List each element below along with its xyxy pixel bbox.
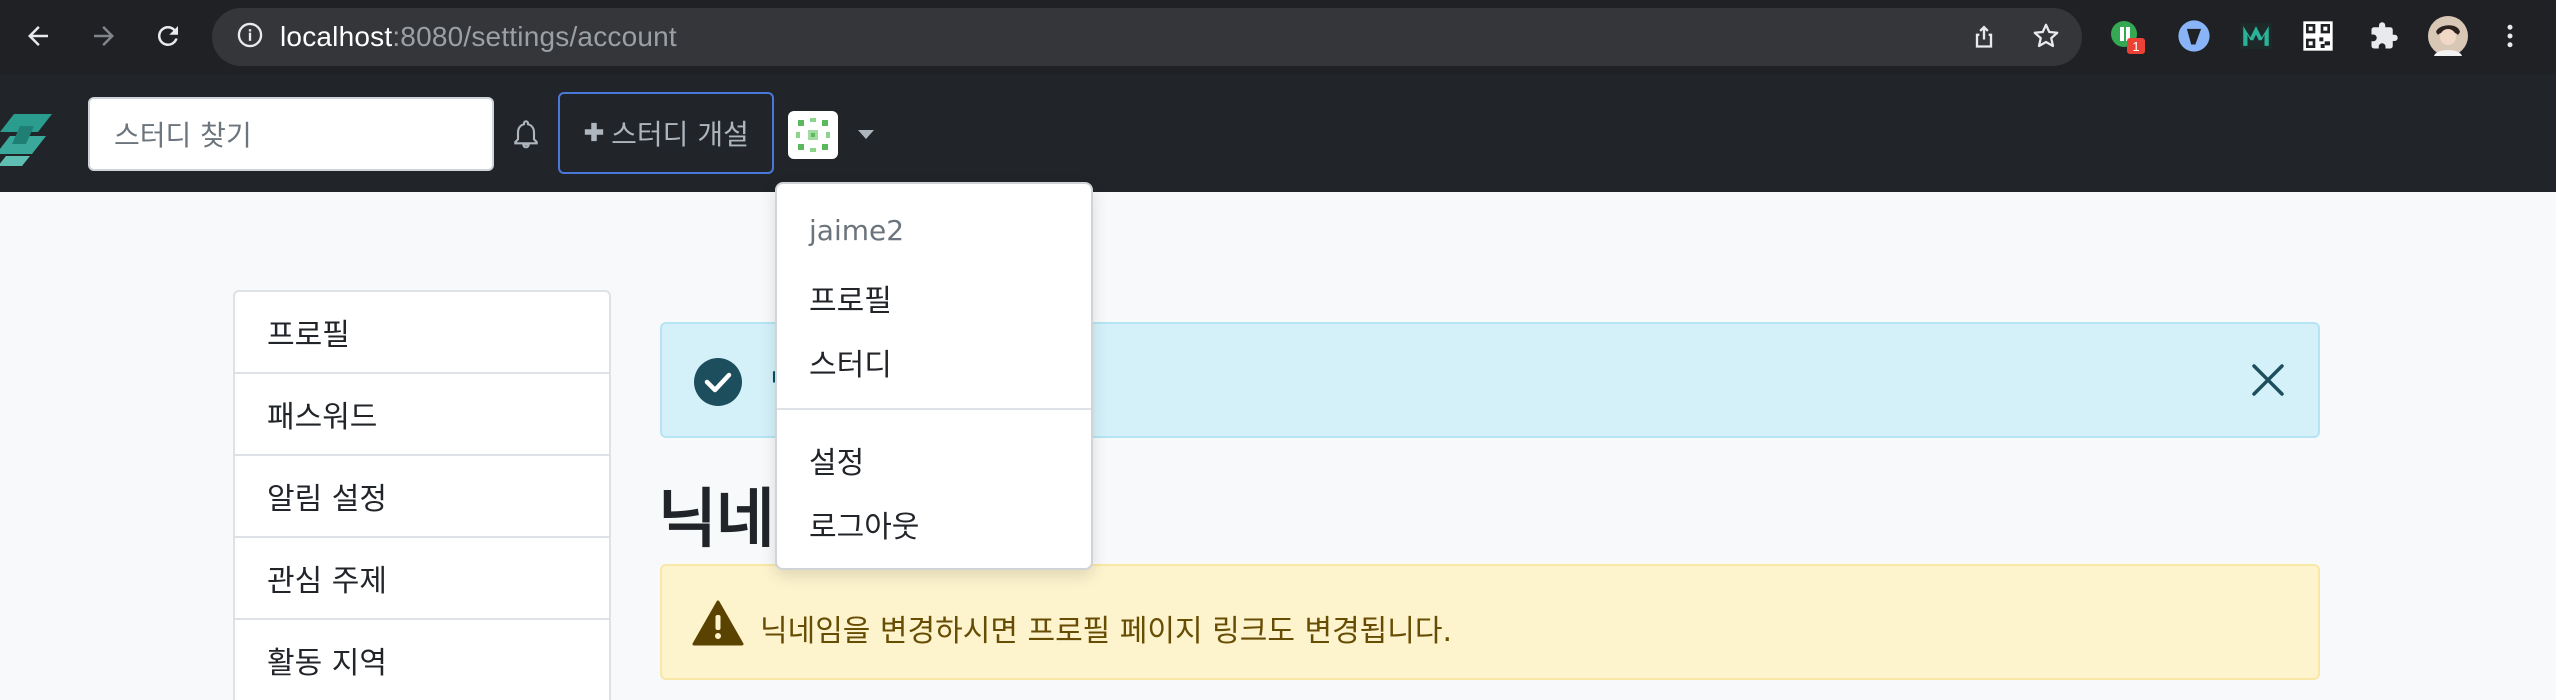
browser-menu-icon[interactable]	[2490, 16, 2530, 56]
url-path: :8080/settings/account	[392, 21, 677, 52]
sidebar-item-zones[interactable]: 활동 지역	[235, 620, 609, 700]
sidebar-item-interests[interactable]: 관심 주제	[235, 538, 609, 620]
share-icon[interactable]	[1964, 16, 2004, 56]
sidebar-item-notifications[interactable]: 알림 설정	[235, 456, 609, 538]
reload-icon[interactable]	[148, 16, 188, 56]
settings-sidebar: 프로필 패스워드 알림 설정 관심 주제 활동 지역	[233, 290, 611, 700]
create-study-label: 스터디 개설	[611, 118, 749, 151]
dropdown-divider	[777, 408, 1091, 410]
sidebar-item-profile[interactable]: 프로필	[235, 292, 609, 374]
back-icon[interactable]	[18, 16, 58, 56]
sidebar-item-password[interactable]: 패스워드	[235, 374, 609, 456]
bell-icon[interactable]	[508, 114, 544, 154]
forward-icon[interactable]	[84, 16, 124, 56]
url-host: localhost	[280, 21, 393, 52]
qr-code-icon[interactable]	[2298, 16, 2338, 56]
bookmark-star-icon[interactable]	[2026, 16, 2066, 56]
warning-alert: 닉네임을 변경하시면 프로필 페이지 링크도 변경됩니다.	[660, 564, 2320, 680]
app-logo[interactable]	[0, 108, 58, 168]
dropdown-username: jaime2	[809, 214, 905, 247]
profile-avatar[interactable]	[2428, 16, 2468, 56]
browser-toolbar: localhost:8080/settings/account 1	[0, 0, 2556, 74]
extension-badge: 1	[2132, 39, 2139, 54]
search-input[interactable]: 스터디 찾기	[88, 97, 494, 171]
plus-icon	[583, 117, 605, 150]
extensions-puzzle-icon[interactable]	[2364, 16, 2404, 56]
extension-green-icon[interactable]: 1	[2108, 16, 2148, 56]
warning-triangle-icon	[692, 600, 744, 646]
dropdown-item-logout[interactable]: 로그아웃	[809, 502, 919, 546]
address-bar[interactable]: localhost:8080/settings/account	[212, 8, 2082, 66]
close-icon[interactable]	[2248, 360, 2288, 400]
dropdown-item-settings[interactable]: 설정	[809, 438, 864, 482]
page-title: 닉네	[658, 483, 775, 557]
warning-alert-text: 닉네임을 변경하시면 프로필 페이지 링크도 변경됩니다.	[760, 614, 1453, 649]
site-info-icon[interactable]	[236, 21, 264, 53]
user-avatar-button[interactable]	[788, 111, 838, 159]
extension-blue-icon[interactable]	[2174, 16, 2214, 56]
check-circle-icon	[694, 358, 742, 406]
dropdown-item-study[interactable]: 스터디	[809, 340, 892, 384]
url-text: localhost:8080/settings/account	[280, 21, 677, 53]
user-dropdown-menu: jaime2 프로필 스터디 설정 로그아웃	[775, 182, 1093, 570]
chevron-down-icon[interactable]	[856, 124, 876, 144]
create-study-button[interactable]: 스터디 개설	[558, 92, 774, 174]
dropdown-item-profile[interactable]: 프로필	[809, 276, 892, 320]
identicon-avatar	[792, 114, 834, 156]
extension-m-icon[interactable]	[2236, 16, 2276, 56]
